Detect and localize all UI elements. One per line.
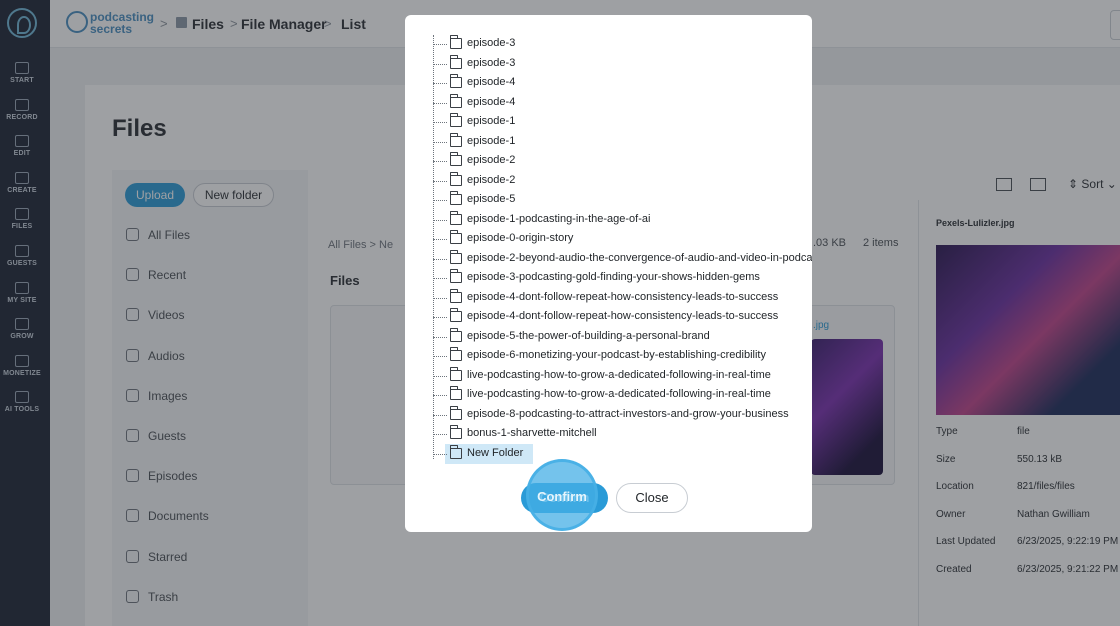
folder-name: episode-6-monetizing-your-podcast-by-est… — [467, 349, 766, 361]
folder-icon — [450, 54, 462, 69]
folder-tree-item[interactable]: live-podcasting-how-to-grow-a-dedicated-… — [433, 366, 812, 386]
folder-tree-item[interactable]: episode-4-dont-follow-repeat-how-consist… — [433, 308, 812, 327]
tree-branch-line — [433, 258, 447, 260]
folder-name: episode-8-podcasting-to-attract-investor… — [467, 407, 789, 420]
folder-name: episode-5 — [467, 193, 516, 205]
folder-icon — [450, 74, 462, 88]
folder-icon — [450, 444, 462, 459]
folder-tree-item[interactable]: episode-2-beyond-audio-the-convergence-o… — [433, 249, 812, 269]
folder-icon — [450, 35, 462, 49]
folder-icon — [450, 210, 462, 225]
folder-tree-item[interactable]: bonus-1-sharvette-mitchell — [433, 425, 812, 444]
dialog-actions: Confirm Close — [405, 483, 812, 515]
tree-branch-line — [433, 161, 447, 162]
folder-icon — [450, 347, 462, 361]
folder-tree-item[interactable]: episode-4 — [433, 93, 812, 113]
folder-tree-item[interactable]: episode-8-podcasting-to-attract-investor… — [433, 405, 812, 425]
click-indicator-label: Confirm — [537, 489, 587, 504]
folder-tree-item[interactable]: episode-2 — [433, 171, 812, 191]
folder-icon — [450, 405, 462, 420]
tree-branch-line — [433, 63, 447, 65]
tree-branch-line — [433, 336, 447, 338]
tree-branch-line — [433, 278, 447, 279]
folder-tree-item[interactable]: episode-3 — [433, 35, 812, 54]
folder-icon — [450, 386, 462, 400]
tree-branch-line — [433, 122, 447, 123]
tree-branch-line — [433, 141, 447, 143]
folder-tree-item[interactable]: episode-2 — [433, 152, 812, 171]
tree-branch-line — [433, 180, 447, 182]
folder-tree-item[interactable]: episode-3-podcasting-gold-finding-your-s… — [433, 269, 812, 288]
folder-icon — [450, 425, 462, 439]
close-button[interactable]: Close — [616, 483, 688, 513]
folder-tree-item[interactable]: episode-1-podcasting-in-the-age-of-ai — [433, 210, 812, 230]
tree-branch-line — [433, 239, 447, 240]
folder-name: episode-1-podcasting-in-the-age-of-ai — [467, 212, 651, 225]
folder-name: episode-4 — [467, 95, 516, 108]
folder-name: episode-3 — [467, 37, 516, 49]
tree-branch-line — [433, 453, 447, 455]
tree-branch-line — [433, 102, 447, 104]
folder-icon — [450, 249, 462, 264]
folder-tree-item[interactable]: episode-1 — [433, 113, 812, 132]
folder-icon — [450, 93, 462, 108]
folder-tree-item[interactable]: episode-4-dont-follow-repeat-how-consist… — [433, 288, 812, 308]
folder-icon — [450, 152, 462, 166]
folder-name: episode-3 — [467, 56, 516, 69]
folder-name: episode-5-the-power-of-building-a-person… — [467, 329, 710, 342]
folder-icon — [450, 308, 462, 322]
folder-name: New Folder — [467, 446, 524, 459]
tree-branch-line — [433, 83, 447, 84]
tree-branch-line — [433, 356, 447, 357]
tree-branch-line — [433, 317, 447, 318]
folder-icon — [450, 113, 462, 127]
folder-name: episode-1 — [467, 115, 516, 127]
folder-icon — [450, 171, 462, 186]
tree-branch-line — [433, 414, 447, 416]
folder-name: episode-4-dont-follow-repeat-how-consist… — [467, 310, 779, 322]
folder-name: live-podcasting-how-to-grow-a-dedicated-… — [467, 388, 771, 400]
tree-branch-line — [433, 297, 447, 299]
tree-branch-line — [433, 375, 447, 377]
folder-icon — [450, 288, 462, 303]
folder-tree-item[interactable]: episode-5-the-power-of-building-a-person… — [433, 327, 812, 347]
folder-tree-item[interactable]: episode-3 — [433, 54, 812, 74]
folder-tree-item[interactable]: episode-4 — [433, 74, 812, 93]
tree-branch-line — [433, 200, 447, 201]
tree-branch-line — [433, 434, 447, 435]
tree-branch-line — [433, 44, 447, 45]
folder-name: bonus-1-sharvette-mitchell — [467, 427, 597, 439]
folder-tree-item[interactable]: episode-6-monetizing-your-podcast-by-est… — [433, 347, 812, 366]
folder-name: episode-4 — [467, 76, 516, 88]
folder-tree-item[interactable]: New Folder — [433, 443, 812, 464]
tree-branch-line — [433, 395, 447, 396]
folder-name: episode-3-podcasting-gold-finding-your-s… — [467, 271, 760, 283]
folder-icon — [450, 191, 462, 205]
folder-name: episode-1 — [467, 134, 516, 147]
folder-icon — [450, 269, 462, 283]
folder-icon — [450, 230, 462, 244]
folder-name: episode-4-dont-follow-repeat-how-consist… — [467, 290, 779, 303]
folder-tree-item[interactable]: episode-5 — [433, 191, 812, 210]
folder-icon — [450, 366, 462, 381]
folder-tree-item[interactable]: episode-0-origin-story — [433, 230, 812, 249]
move-to-folder-dialog: episode-3 episode-3 episode-4 episode-4 epis… — [405, 15, 812, 532]
folder-name: live-podcasting-how-to-grow-a-dedicated-… — [467, 368, 771, 381]
folder-name: episode-2-beyond-audio-the-convergence-o… — [467, 251, 812, 264]
folder-name: episode-0-origin-story — [467, 232, 574, 244]
folder-tree-item[interactable]: live-podcasting-how-to-grow-a-dedicated-… — [433, 386, 812, 405]
folder-name: episode-2 — [467, 154, 516, 166]
tree-branch-line — [433, 219, 447, 221]
folder-icon — [450, 327, 462, 342]
folder-icon — [450, 132, 462, 147]
folder-name: episode-2 — [467, 173, 516, 186]
folder-tree-item[interactable]: episode-1 — [433, 132, 812, 152]
